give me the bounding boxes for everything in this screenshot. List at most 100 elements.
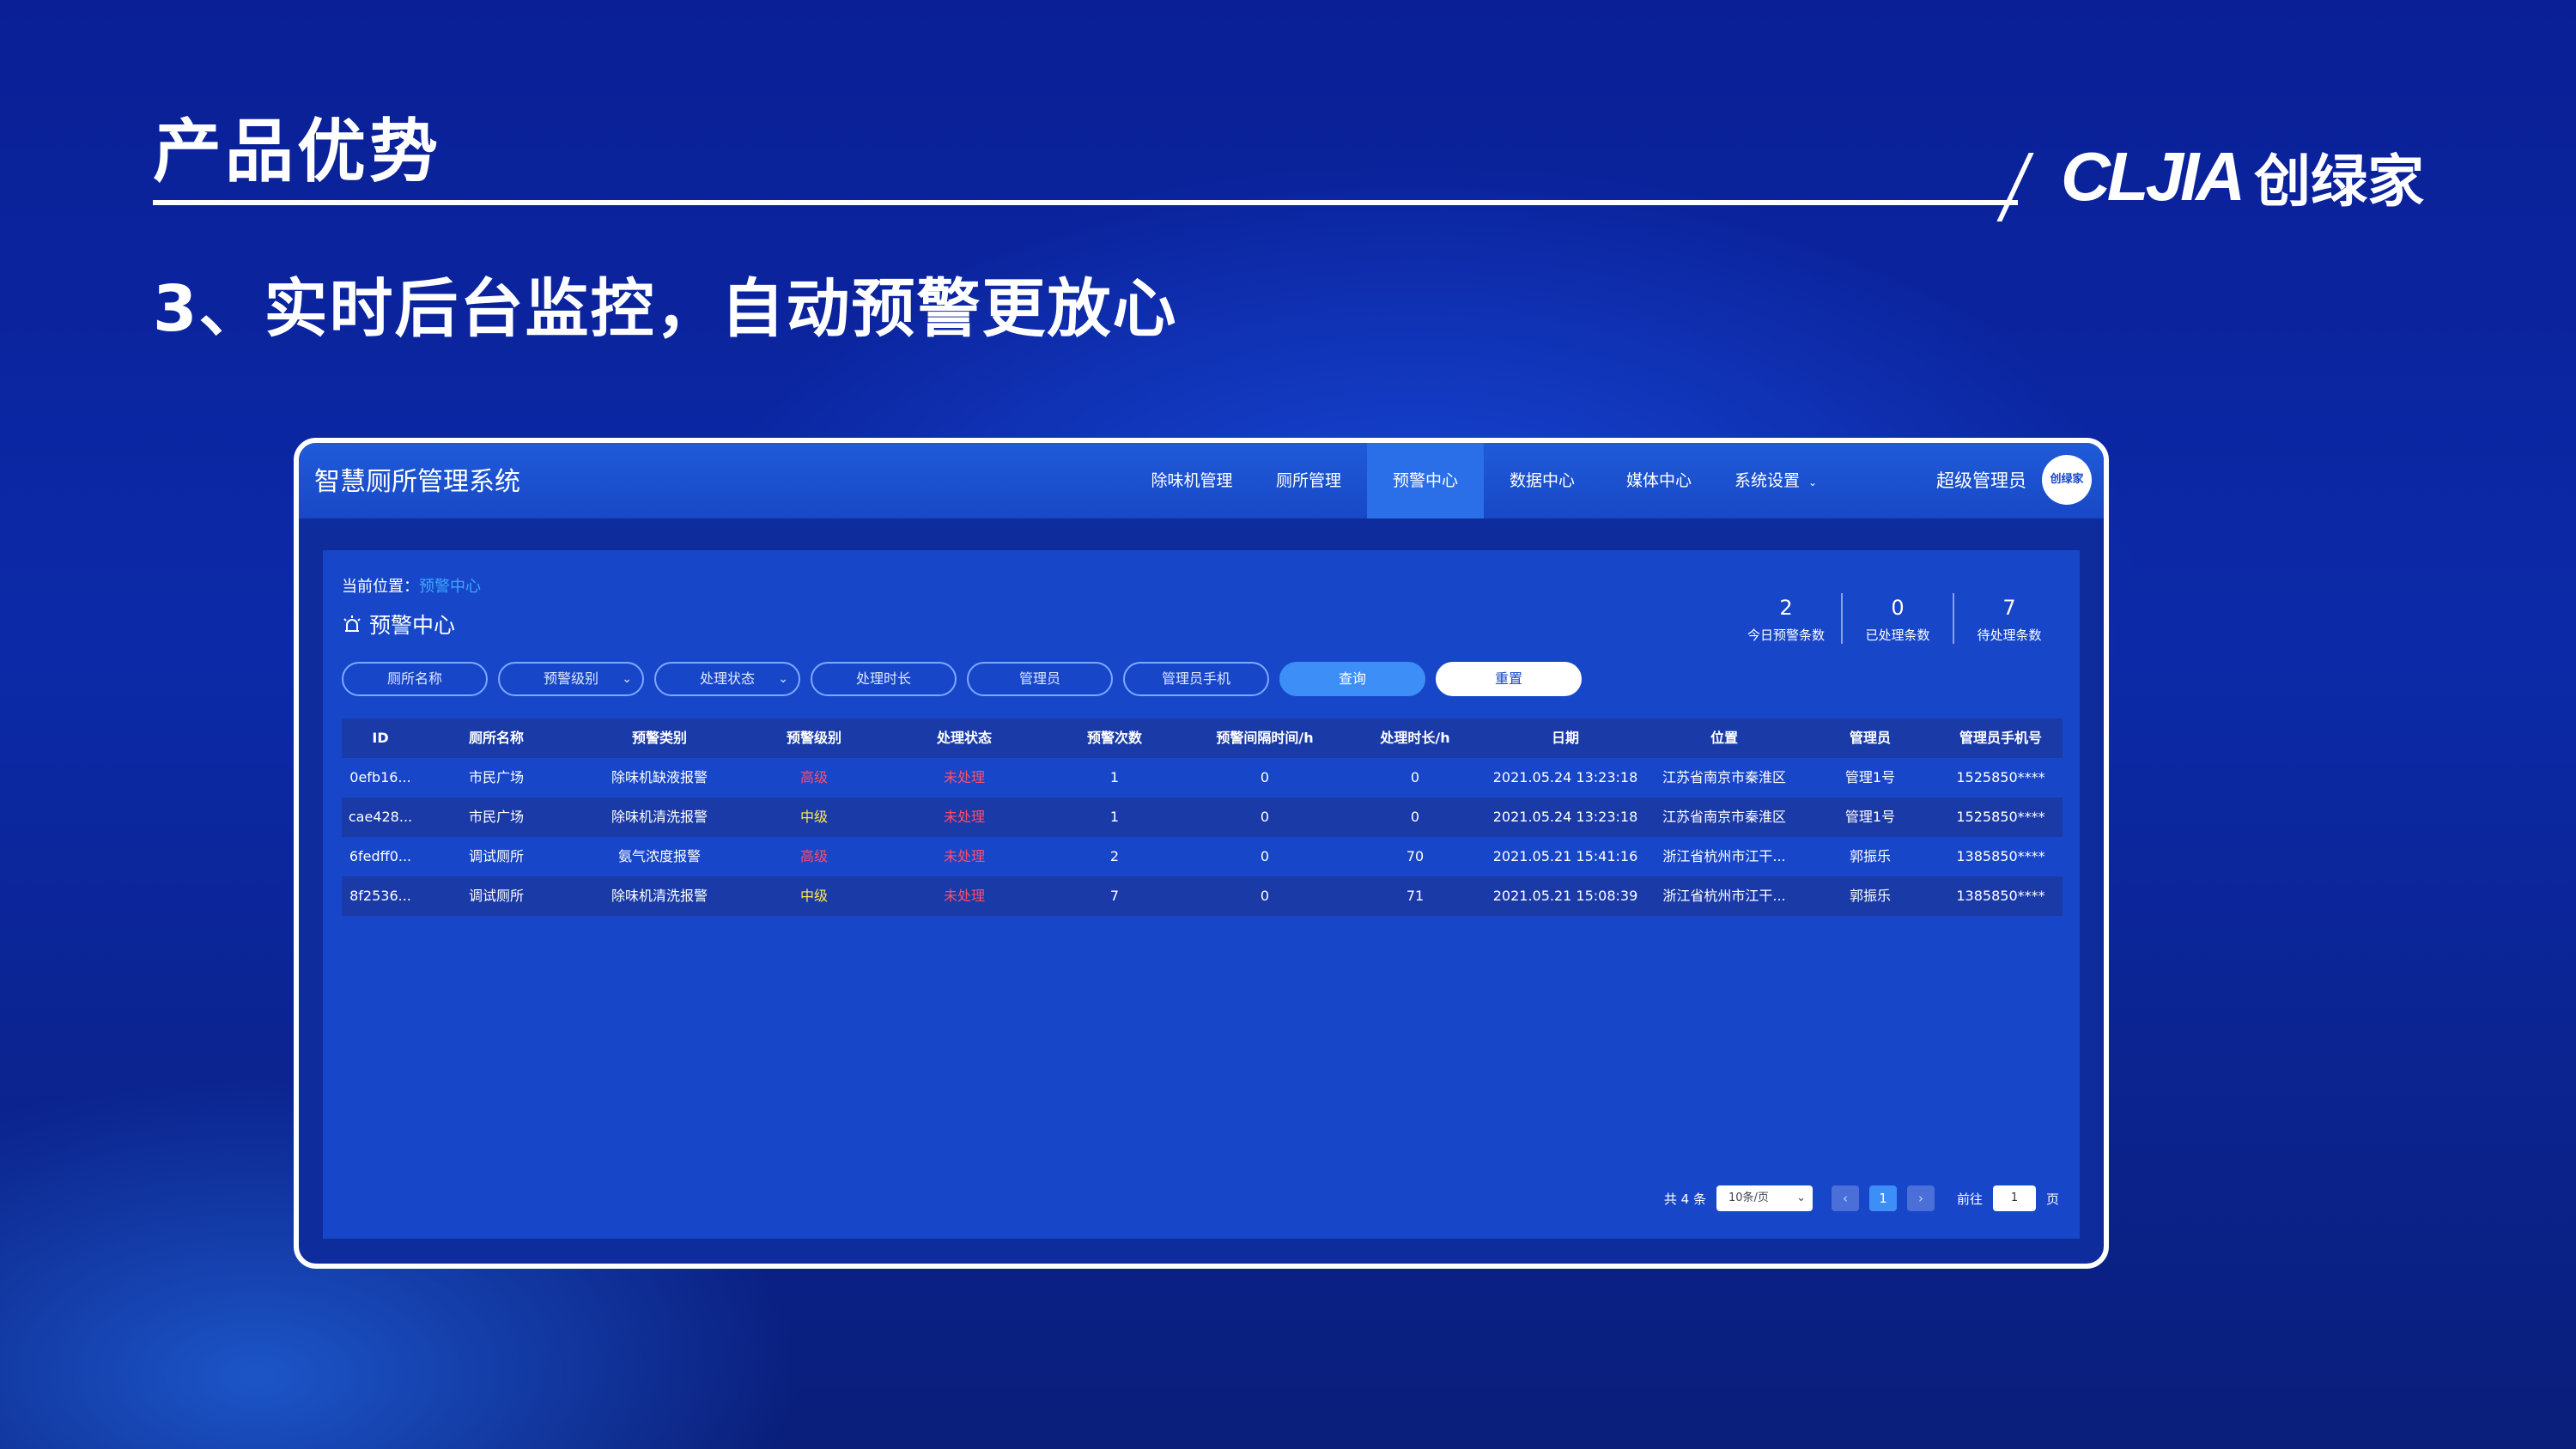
column-header: ID: [372, 730, 389, 746]
page-size-select[interactable]: 10条/页 ⌄: [1716, 1185, 1813, 1211]
process-status-label: 处理状态: [699, 670, 755, 687]
chevron-down-icon: ⌄: [622, 672, 632, 686]
breadcrumb-current[interactable]: 预警中心: [419, 578, 481, 596]
column-header: 管理员: [1849, 730, 1891, 746]
nav-toilet[interactable]: 厕所管理: [1250, 443, 1367, 518]
page-number-button[interactable]: 1: [1868, 1185, 1897, 1211]
stat-label: 待处理条数: [1977, 627, 2042, 643]
table-cell: 0: [1410, 769, 1420, 785]
user-name[interactable]: 超级管理员: [1936, 462, 2026, 500]
table-cell: 71: [1406, 888, 1425, 904]
filter-bar: 厕所名称 预警级别 ⌄ 处理状态 ⌄ 处理时长 管理员 管理员手机 查询 重置: [342, 662, 1592, 696]
chevron-down-icon: ⌄: [1808, 476, 1818, 488]
table-cell: 氨气浓度报警: [617, 848, 701, 864]
table-cell: 2021.05.24 13:23:18: [1492, 809, 1638, 825]
nav-settings-label: 系统设置: [1734, 471, 1800, 490]
table-row[interactable]: 6fedff0... 调试厕所 氨气浓度报警 高级 未处理 2 0 70 202…: [342, 837, 2063, 876]
prev-page-button[interactable]: ‹: [1831, 1185, 1859, 1211]
app-title: 智慧厕所管理系统: [314, 467, 520, 497]
alarm-level-cell: 高级: [799, 848, 828, 864]
column-header: 预警间隔时间/h: [1216, 730, 1314, 746]
table-cell: 7: [1109, 888, 1120, 904]
table-row[interactable]: 0efb16... 市民广场 除味机缺液报警 高级 未处理 1 0 0 2021…: [342, 758, 2063, 797]
brand-mark: CLJIA: [2061, 138, 2245, 215]
table-cell: 0: [1260, 809, 1270, 825]
status-cell: 未处理: [943, 769, 985, 785]
goto-prefix: 前往: [1956, 1191, 1983, 1207]
table-cell: 浙江省杭州市江干...: [1662, 888, 1786, 904]
table-cell: 0: [1260, 769, 1270, 785]
process-duration-input[interactable]: 处理时长: [811, 662, 957, 696]
nav-media-center[interactable]: 媒体中心: [1601, 443, 1717, 518]
status-cell: 未处理: [943, 848, 985, 864]
pagination: 共 4 条 10条/页 ⌄ ‹ 1 › 前往 1 页: [1664, 1185, 2059, 1211]
table-header: ID 厕所名称 预警类别 预警级别 处理状态 预警次数 预警间隔时间/h 处理时…: [342, 718, 2063, 758]
title-underline: [153, 200, 2018, 205]
table-cell: 1525850****: [1956, 809, 2045, 825]
table-cell: cae428...: [348, 809, 413, 825]
column-header: 厕所名称: [468, 730, 524, 746]
alarm-level-select[interactable]: 预警级别 ⌄: [498, 662, 644, 696]
table-cell: 郭振乐: [1849, 848, 1891, 864]
stat-value: 0: [1891, 596, 1905, 620]
chevron-down-icon: ⌄: [778, 672, 788, 686]
alarm-level-cell: 中级: [799, 888, 828, 904]
table-cell: 0efb16...: [349, 769, 411, 785]
stat-today: 2 今日预警条数: [1731, 593, 1841, 644]
table-cell: 江苏省南京市秦淮区: [1662, 769, 1786, 785]
table-cell: 1385850****: [1956, 848, 2045, 864]
table-row[interactable]: 8f2536... 调试厕所 除味机清洗报警 中级 未处理 7 0 71 202…: [342, 876, 2063, 916]
table-cell: 管理1号: [1844, 769, 1896, 785]
column-header: 管理员手机号: [1959, 730, 2042, 746]
avatar[interactable]: 创绿家: [2042, 455, 2092, 505]
nav-deodorizer[interactable]: 除味机管理: [1133, 443, 1250, 518]
reset-button[interactable]: 重置: [1436, 662, 1582, 696]
status-cell: 未处理: [943, 809, 985, 825]
table-cell: 市民广场: [468, 809, 524, 825]
next-page-button[interactable]: ›: [1906, 1185, 1935, 1211]
process-status-select[interactable]: 处理状态 ⌄: [654, 662, 800, 696]
table-cell: 调试厕所: [468, 888, 524, 904]
table-cell: 0: [1410, 809, 1420, 825]
slide-title: 产品优势: [153, 112, 441, 191]
table-row[interactable]: cae428... 市民广场 除味机清洗报警 中级 未处理 1 0 0 2021…: [342, 797, 2063, 837]
table-cell: 2021.05.21 15:41:16: [1492, 848, 1638, 864]
nav-data-center[interactable]: 数据中心: [1484, 443, 1601, 518]
column-header: 预警类别: [631, 730, 687, 746]
section-title: 预警中心: [342, 609, 455, 640]
alarm-level-cell: 中级: [799, 809, 828, 825]
table-cell: 1385850****: [1956, 888, 2045, 904]
table-cell: 除味机清洗报警: [611, 809, 708, 825]
nav-settings[interactable]: 系统设置 ⌄: [1717, 443, 1834, 518]
table-cell: 除味机缺液报警: [611, 769, 708, 785]
breadcrumb-prefix: 当前位置：: [342, 578, 419, 596]
table-cell: 1: [1109, 809, 1120, 825]
query-button[interactable]: 查询: [1279, 662, 1425, 696]
column-header: 位置: [1710, 730, 1738, 746]
manager-input[interactable]: 管理员: [967, 662, 1113, 696]
slide-subtitle: 3、实时后台监控，自动预警更放心: [153, 272, 1178, 346]
table-cell: 2021.05.21 15:08:39: [1492, 888, 1638, 904]
table-cell: 0: [1260, 888, 1270, 904]
column-header: 预警次数: [1086, 730, 1142, 746]
table-cell: 郭振乐: [1849, 888, 1891, 904]
brand-name: 创绿家: [2254, 149, 2425, 215]
alert-table: ID 厕所名称 预警类别 预警级别 处理状态 预警次数 预警间隔时间/h 处理时…: [342, 718, 2063, 916]
app-topbar: 智慧厕所管理系统 除味机管理 厕所管理 预警中心 数据中心 媒体中心 系统设置 …: [299, 443, 2104, 518]
stat-label: 已处理条数: [1865, 627, 1930, 643]
stat-value: 7: [2002, 596, 2016, 620]
nav-alert-center[interactable]: 预警中心: [1367, 443, 1484, 518]
title-slash-divider: [1996, 153, 2034, 221]
status-cell: 未处理: [943, 888, 985, 904]
total-count: 共 4 条: [1663, 1191, 1706, 1207]
table-cell: 调试厕所: [468, 848, 524, 864]
main-nav: 除味机管理 厕所管理 预警中心 数据中心 媒体中心 系统设置 ⌄: [1133, 443, 1834, 518]
alarm-level-cell: 高级: [799, 769, 828, 785]
stat-value: 2: [1779, 596, 1793, 620]
toilet-name-input[interactable]: 厕所名称: [342, 662, 488, 696]
table-cell: 江苏省南京市秦淮区: [1662, 809, 1786, 825]
goto-page-input[interactable]: 1: [1992, 1185, 2036, 1211]
table-cell: 70: [1406, 848, 1425, 864]
manager-phone-input[interactable]: 管理员手机: [1123, 662, 1269, 696]
column-header: 处理状态: [936, 730, 992, 746]
